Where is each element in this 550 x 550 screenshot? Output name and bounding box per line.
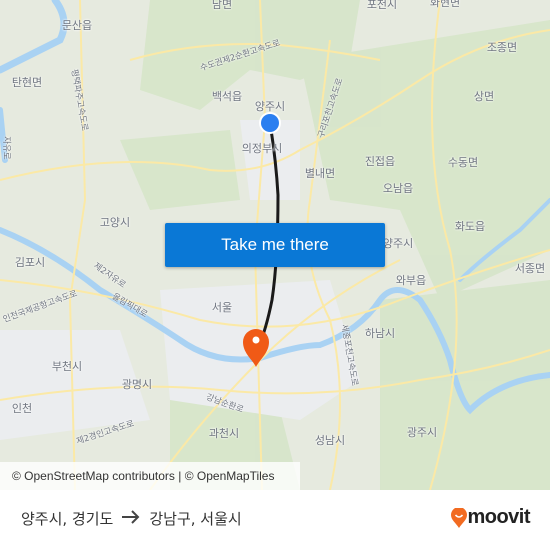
place-label: 부천시 bbox=[51, 360, 83, 373]
place-label: 문산읍 bbox=[61, 19, 93, 32]
place-label: 조종면 bbox=[486, 41, 518, 54]
place-label: 양주시 bbox=[254, 100, 286, 113]
take-me-there-button[interactable]: Take me there bbox=[165, 223, 385, 267]
brand-name: moovit bbox=[467, 506, 530, 528]
place-label: 김포시 bbox=[14, 256, 46, 269]
place-label: 수동면 bbox=[447, 156, 479, 169]
arrow-right-icon bbox=[121, 509, 141, 528]
place-label: 탄현면 bbox=[11, 76, 43, 89]
place-label: 진접읍 bbox=[364, 155, 396, 168]
place-label: 인천 bbox=[11, 402, 33, 415]
place-label: 의정부시 bbox=[241, 142, 283, 155]
place-label: 와부읍 bbox=[395, 274, 427, 287]
origin-name: 양주시, 경기도 bbox=[21, 510, 114, 528]
place-label: 포천시 bbox=[366, 0, 398, 11]
place-label: 서종면 bbox=[514, 262, 546, 275]
place-label: 남면 bbox=[211, 0, 233, 11]
place-label: 광주시 bbox=[406, 426, 438, 439]
place-label: 서울 bbox=[211, 301, 233, 314]
moovit-logo: moovit bbox=[451, 506, 530, 529]
place-label: 광명시 bbox=[121, 378, 153, 391]
moovit-pin-icon bbox=[451, 507, 468, 528]
road-label: 자유로 bbox=[1, 136, 11, 160]
map[interactable]: 문산읍탄현면 남면 포천시 화현면조종면상면 백석읍양주시의정부시별내면 진접읍 수동면오남… bbox=[0, 0, 550, 490]
place-label: 하남시 bbox=[364, 327, 396, 340]
place-label: 오남읍 bbox=[382, 182, 414, 195]
place-label: 화도읍 bbox=[454, 220, 486, 233]
map-attribution: © OpenStreetMap contributors | © OpenMap… bbox=[0, 462, 300, 490]
footer: 양주시, 경기도 강남구, 서울시 moovit bbox=[0, 490, 550, 550]
destination-name: 강남구, 서울시 bbox=[149, 510, 242, 528]
place-label: 화현면 bbox=[429, 0, 461, 9]
place-label: 과천시 bbox=[208, 427, 240, 440]
place-label: 별내면 bbox=[304, 167, 336, 180]
current-location-dot-icon bbox=[259, 112, 281, 134]
place-label: 고양시 bbox=[99, 216, 131, 229]
route-summary: 양주시, 경기도 강남구, 서울시 bbox=[21, 508, 242, 529]
place-label: 백석읍 bbox=[211, 90, 243, 103]
place-label: 상면 bbox=[473, 90, 495, 103]
place-label: 성남시 bbox=[314, 434, 346, 447]
